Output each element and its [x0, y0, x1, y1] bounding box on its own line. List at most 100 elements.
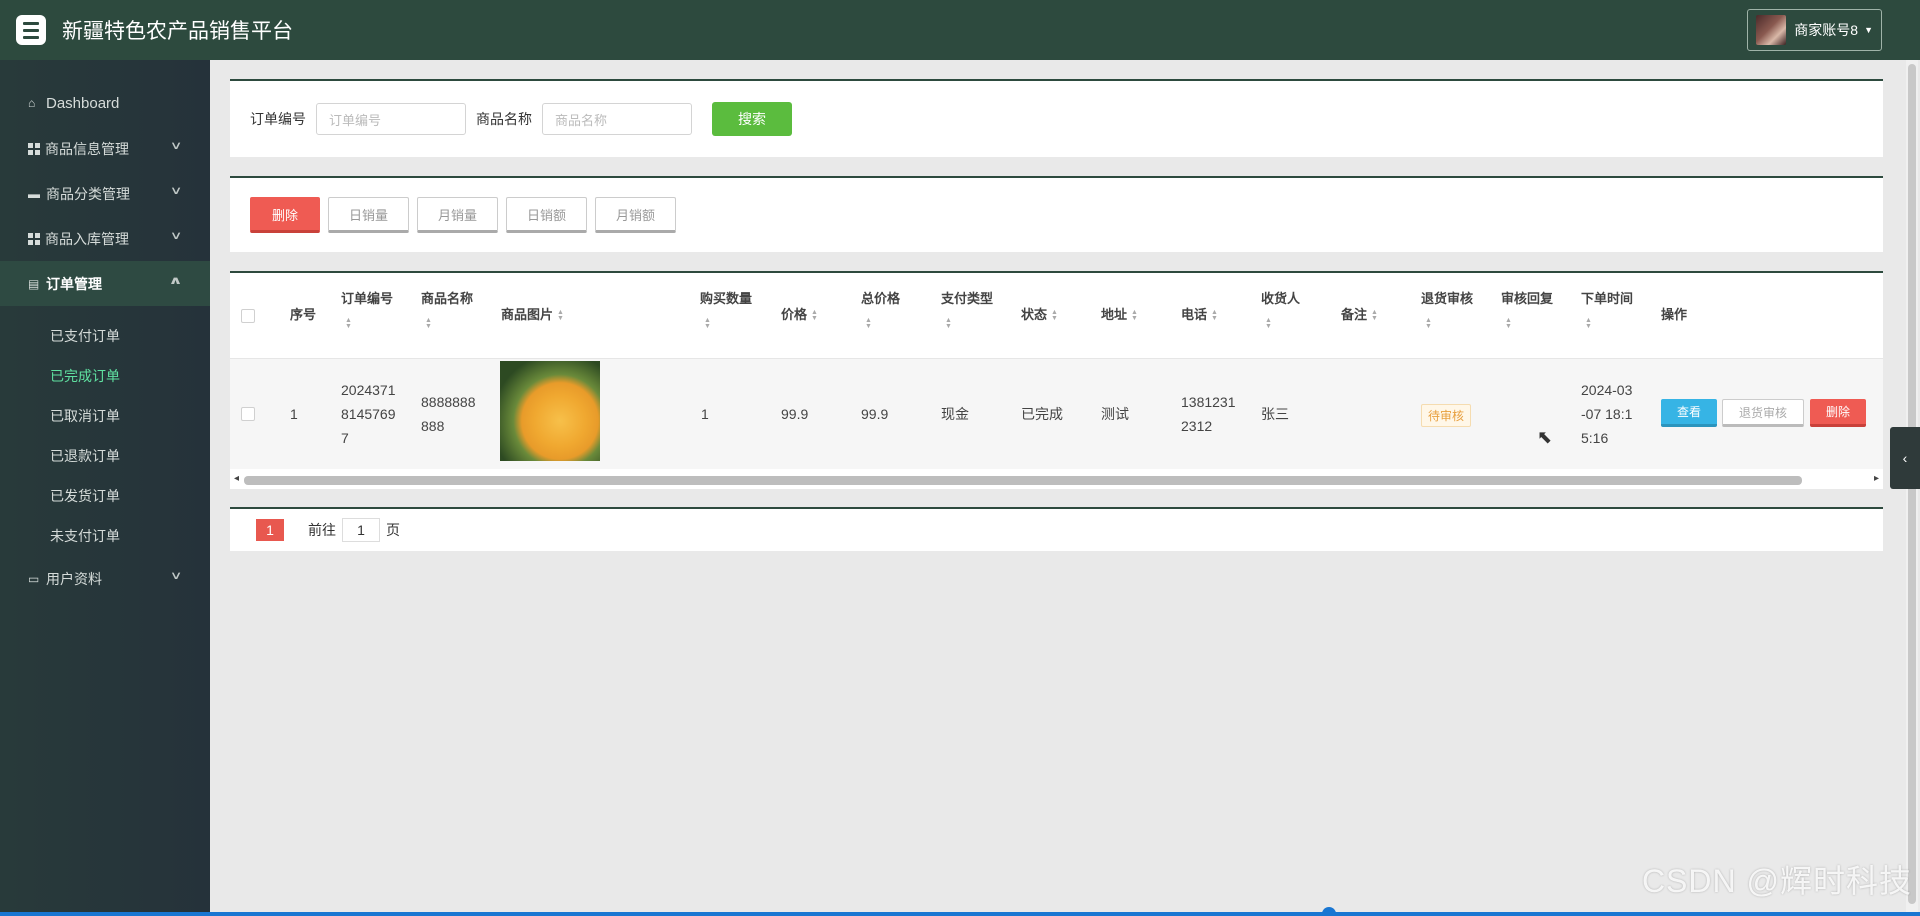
sidebar-subitem-refunded-orders[interactable]: 已退款订单 [0, 436, 210, 476]
cell-product-name: 8888888 888 [421, 394, 476, 434]
cell-quantity: 1 [701, 406, 709, 422]
header-quantity[interactable]: 购买数量 ▲ ▼ [700, 287, 764, 335]
refund-review-badge: 待审核 [1421, 404, 1472, 427]
chevron-up-icon: ∧ [168, 275, 183, 287]
pagination: 1 前往 1 页 [230, 507, 1883, 551]
sidebar-item-product-stock[interactable]: 商品入库管理 ∨ [0, 216, 210, 261]
header-review-reply[interactable]: 审核回复 ▲ ▼ [1501, 287, 1565, 335]
sort-icon: ▲ ▼ [1265, 316, 1272, 330]
table-header: 序号 订单编号 ▲ ▼ 商品名称 ▲ ▼ 商品图片 ▲ ▼ 购买数量 ▲ ▼ 价格 ▲ ▼ 总价格 ▲… [230, 273, 1883, 359]
sidebar-item-label: 商品信息管理 [45, 140, 129, 157]
header-refund-review[interactable]: 退货审核 ▲ ▼ [1421, 287, 1485, 335]
sidebar-item-product-category[interactable]: ▬ 商品分类管理 ∨ [0, 171, 210, 216]
sidebar-subitem-cancelled-orders[interactable]: 已取消订单 [0, 396, 210, 436]
avatar [1756, 15, 1787, 45]
cell-price: 99.9 [781, 406, 809, 422]
home-icon: ⌂ [28, 96, 36, 110]
header-phone[interactable]: 电话 ▲ ▼ [1181, 303, 1218, 327]
cell-pay-type: 现金 [941, 406, 969, 422]
product-name-label: 商品名称 [476, 111, 532, 127]
table-row: 1 2024371 8145769 7 8888888 888 1 99.9 99.9… [230, 359, 1883, 469]
sidebar-subitem-paid-orders[interactable]: 已支付订单 [0, 316, 210, 356]
daily-sales-amt-button[interactable]: 日销额 [506, 197, 588, 233]
sidebar-subitem-completed-orders[interactable]: 已完成订单 [0, 356, 210, 396]
sidebar-item-label: 订单管理 [46, 275, 102, 292]
account-menu[interactable]: 商家账号8 ▼ [1747, 9, 1882, 51]
bulk-delete-button[interactable]: 删除 [250, 197, 320, 233]
monthly-sales-amt-button[interactable]: 月销额 [595, 197, 677, 233]
cell-status: 已完成 [1021, 406, 1063, 422]
header-order-no[interactable]: 订单编号 ▲ ▼ [341, 287, 405, 335]
horizontal-scrollbar[interactable]: ◂ ▸ [230, 472, 1883, 488]
sort-icon: ▲ ▼ [1371, 308, 1378, 322]
daily-sales-qty-button[interactable]: 日销量 [328, 197, 410, 233]
header-index: 序号 [290, 307, 317, 322]
cell-phone: 1381231 2312 [1181, 394, 1236, 434]
sort-icon: ▲ ▼ [1505, 316, 1512, 330]
select-all-checkbox[interactable] [241, 309, 255, 323]
header-order-time[interactable]: 下单时间 ▲ ▼ [1581, 287, 1645, 335]
header-actions: 操作 [1661, 307, 1688, 322]
sidebar-item-label: Dashboard [46, 94, 120, 112]
header-total[interactable]: 总价格 ▲ ▼ [861, 287, 925, 335]
sort-icon: ▲ ▼ [1211, 308, 1218, 322]
video-progress-bar[interactable] [0, 907, 1920, 916]
product-name-input[interactable]: 商品名称 [542, 103, 692, 135]
sidebar-item-order-management[interactable]: ▤ 订单管理 ∧ [0, 261, 210, 306]
header-address[interactable]: 地址 ▲ ▼ [1101, 303, 1138, 327]
row-delete-button[interactable]: 删除 [1810, 399, 1866, 427]
row-checkbox[interactable] [241, 407, 255, 421]
sidebar-item-product-info[interactable]: 商品信息管理 ∨ [0, 126, 210, 171]
header-product-image[interactable]: 商品图片 ▲ ▼ [501, 303, 564, 327]
order-no-input[interactable]: 订单编号 [316, 103, 466, 135]
header-receiver[interactable]: 收货人 ▲ ▼ [1261, 287, 1325, 335]
search-button[interactable]: 搜索 [712, 102, 792, 136]
chevron-down-icon: ∨ [169, 185, 183, 197]
caret-down-icon: ▼ [1864, 25, 1873, 35]
side-panel-toggle[interactable]: ‹ [1890, 427, 1920, 489]
sidebar-item-label: 商品入库管理 [45, 230, 129, 247]
mouse-cursor-icon: ⬉ [1537, 427, 1553, 447]
scroll-left-icon[interactable]: ◂ [234, 473, 239, 484]
orders-table: 序号 订单编号 ▲ ▼ 商品名称 ▲ ▼ 商品图片 ▲ ▼ 购买数量 ▲ ▼ 价格 ▲ ▼ 总价格 ▲… [230, 271, 1883, 489]
chevron-down-icon: ∨ [169, 230, 183, 242]
cell-order-no: 2024371 8145769 7 [341, 382, 396, 446]
search-panel: 订单编号 订单编号 商品名称 商品名称 搜索 [230, 79, 1883, 157]
sort-icon: ▲ ▼ [865, 316, 872, 330]
refund-review-button[interactable]: 退货审核 [1722, 399, 1804, 427]
view-button[interactable]: 查看 [1661, 399, 1717, 427]
cell-order-time: 2024-03 -07 18:1 5:16 [1581, 382, 1633, 446]
chevron-down-icon: ∨ [169, 140, 183, 152]
order-no-label: 订单编号 [250, 111, 306, 127]
goto-page-input[interactable]: 1 [342, 518, 380, 542]
header-price[interactable]: 价格 ▲ ▼ [781, 303, 818, 327]
header-pay-type[interactable]: 支付类型 ▲ ▼ [941, 287, 1005, 335]
top-bar: 新疆特色农产品销售平台 商家账号8 ▼ [0, 0, 1920, 60]
watermark: CSDN @辉时科技 [1641, 863, 1912, 899]
account-name: 商家账号8 [1794, 22, 1859, 38]
sidebar-item-dashboard[interactable]: ⌂ Dashboard [0, 80, 210, 126]
cell-total: 99.9 [861, 406, 889, 422]
sort-icon: ▲ ▼ [557, 308, 564, 322]
chevron-left-icon: ‹ [1902, 450, 1908, 466]
goto-label: 前往 [308, 522, 336, 538]
monthly-sales-qty-button[interactable]: 月销量 [417, 197, 499, 233]
sort-icon: ▲ ▼ [704, 316, 711, 330]
sort-icon: ▲ ▼ [1131, 308, 1138, 322]
header-status[interactable]: 状态 ▲ ▼ [1021, 303, 1058, 327]
sidebar-subitem-shipped-orders[interactable]: 已发货订单 [0, 476, 210, 516]
sidebar-item-user-profile[interactable]: ▭ 用户资料 ∨ [0, 556, 210, 601]
progress-knob[interactable] [1322, 907, 1336, 916]
page-number-current[interactable]: 1 [256, 519, 284, 541]
scrollbar-thumb[interactable] [244, 476, 1802, 485]
id-card-icon: ▭ [28, 571, 40, 586]
sort-icon: ▲ ▼ [811, 308, 818, 322]
header-note[interactable]: 备注 ▲ ▼ [1341, 303, 1378, 327]
product-image [500, 361, 600, 461]
sidebar-subitem-unpaid-orders[interactable]: 未支付订单 [0, 516, 210, 556]
sort-icon: ▲ ▼ [1585, 316, 1592, 330]
scroll-right-icon[interactable]: ▸ [1874, 473, 1879, 484]
cell-receiver: 张三 [1261, 406, 1289, 422]
menu-toggle-button[interactable] [16, 15, 46, 45]
header-product-name[interactable]: 商品名称 ▲ ▼ [421, 287, 485, 335]
